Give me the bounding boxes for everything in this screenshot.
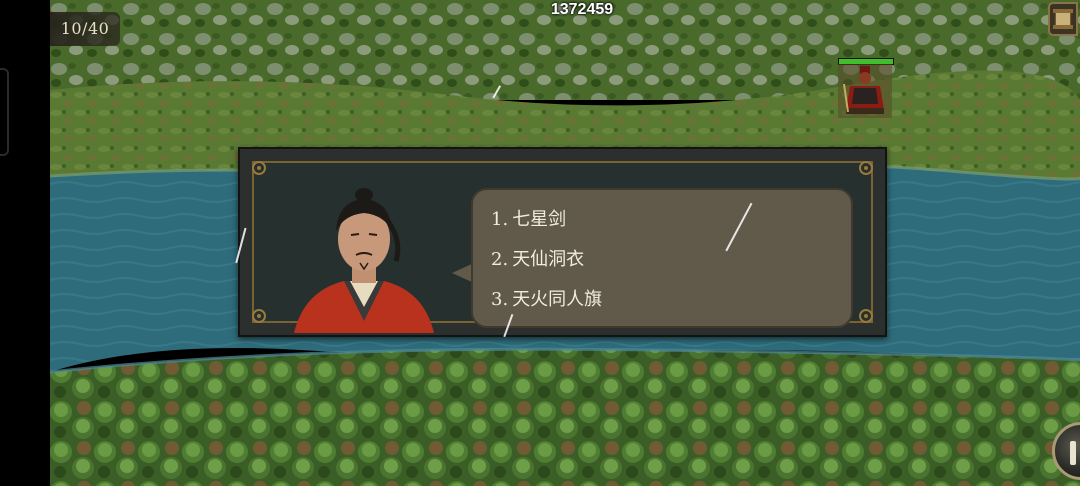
game-screen: 10/40 1372459 1. 七星剑 2. 天仙洞衣 3. 天火同人旗 — [0, 0, 1080, 486]
option-item[interactable]: 2. 天仙洞衣 — [491, 244, 602, 284]
corner-ornament-icon — [859, 161, 873, 175]
menu-button[interactable] — [1048, 2, 1078, 36]
enemy-general-unit[interactable] — [836, 58, 894, 118]
scroll-menu-icon — [1053, 9, 1073, 29]
warrior-portrait-icon — [294, 188, 434, 333]
speaker-portrait — [284, 181, 444, 333]
corner-ornament-icon — [252, 309, 266, 323]
battle-map[interactable]: 10/40 1372459 1. 七星剑 2. 天仙洞衣 3. 天火同人旗 — [50, 0, 1080, 486]
dialog-frame: 1. 七星剑 2. 天仙洞衣 3. 天火同人旗 — [252, 161, 873, 333]
option-label: 七星剑 — [512, 209, 567, 230]
option-item[interactable]: 1. 七星剑 — [491, 204, 602, 244]
corner-ornament-icon — [252, 161, 266, 175]
corner-ornament-icon — [859, 309, 873, 323]
option-item[interactable]: 3. 天火同人旗 — [491, 284, 602, 324]
gold-amount: 1372459 — [550, 1, 614, 18]
option-label: 天仙洞衣 — [512, 249, 585, 270]
speech-bubble: 1. 七星剑 2. 天仙洞衣 3. 天火同人旗 — [471, 188, 853, 328]
turn-counter: 10/40 — [50, 12, 120, 46]
option-label: 天火同人旗 — [512, 289, 603, 310]
edge-handle[interactable] — [0, 68, 9, 156]
option-list: 1. 七星剑 2. 天仙洞衣 3. 天火同人旗 — [491, 204, 602, 324]
item-choice-dialog: 1. 七星剑 2. 天仙洞衣 3. 天火同人旗 — [238, 147, 887, 337]
device-side-bar — [0, 0, 50, 486]
red-armored-general-icon — [838, 64, 892, 118]
